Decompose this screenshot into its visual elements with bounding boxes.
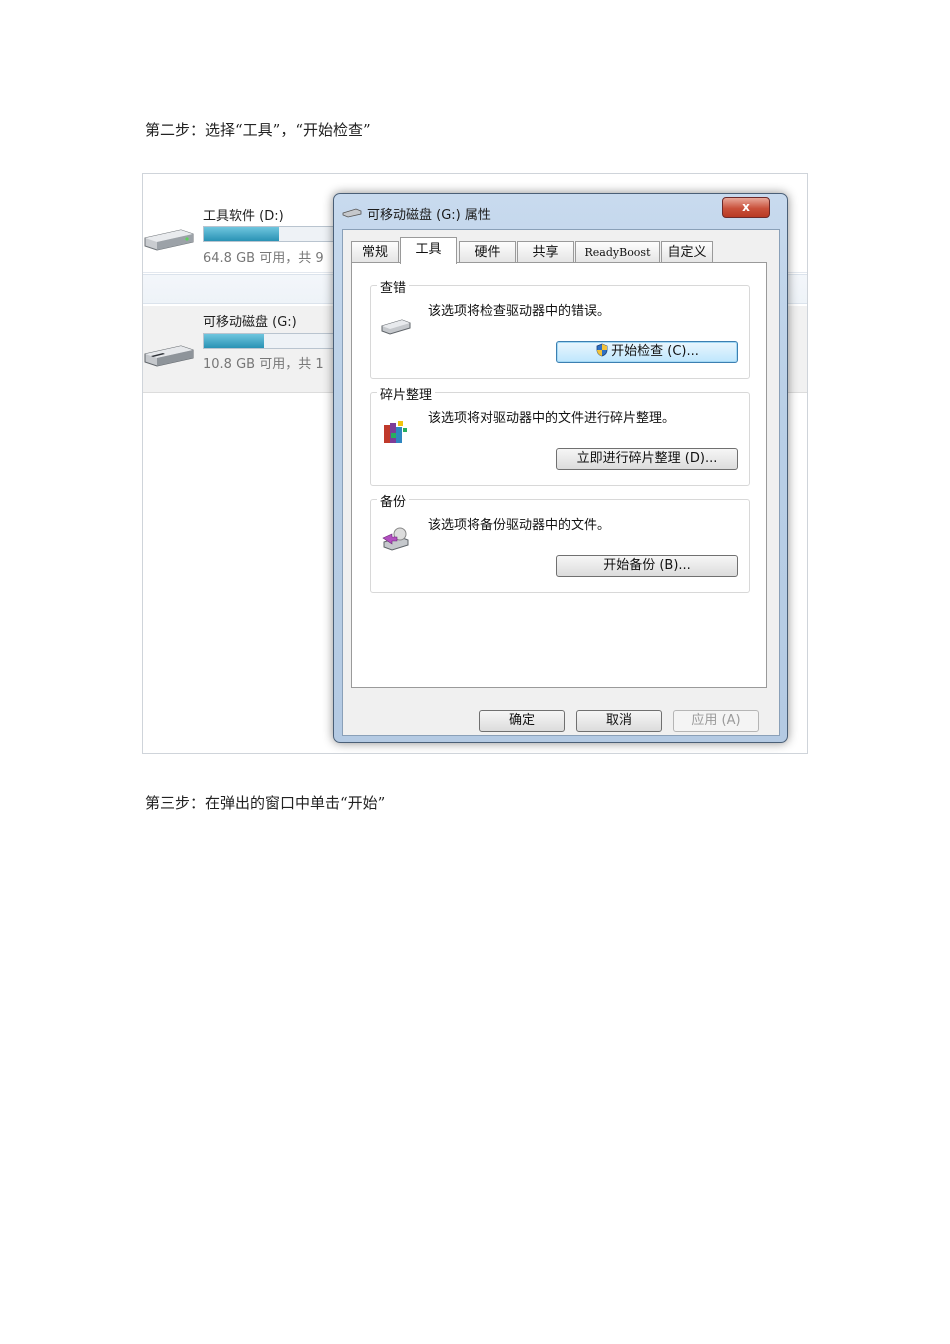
backup-group: 备份 该选项将备份驱动器中的文件。 开始备份 (B)...	[370, 491, 750, 593]
drive-usage-bar-d	[203, 226, 339, 242]
start-backup-button[interactable]: 开始备份 (B)...	[556, 555, 738, 577]
screenshot-frame: 工具软件 (D:) 64.8 GB 可用，共 9 可移动磁盘 (G:) 10.8…	[142, 173, 808, 754]
tab-general[interactable]: 常规	[351, 241, 399, 263]
drive-free-space-d: 64.8 GB 可用，共 9	[203, 251, 324, 266]
hard-drive-icon	[144, 229, 194, 251]
tab-sharing[interactable]: 共享	[517, 241, 574, 263]
tab-customize[interactable]: 自定义	[661, 241, 713, 263]
defragment-now-button[interactable]: 立即进行碎片整理 (D)...	[556, 448, 738, 470]
drive-check-icon	[381, 319, 411, 335]
drive-free-space-g: 10.8 GB 可用，共 1	[203, 357, 324, 372]
uac-shield-icon	[596, 343, 608, 357]
close-button[interactable]: x	[722, 197, 770, 218]
tab-tools[interactable]: 工具	[400, 237, 457, 264]
step-two-instruction: 第二步：选择“工具”，“开始检查”	[145, 121, 371, 139]
ok-button[interactable]: 确定	[479, 710, 565, 732]
drive-name-d: 工具软件 (D:)	[203, 209, 284, 224]
dialog-title: 可移动磁盘 (G:) 属性	[367, 208, 491, 223]
drive-usage-bar-g	[203, 333, 339, 349]
error-checking-group: 查错 该选项将检查驱动器中的错误。 开始检查 (C)...	[370, 277, 750, 379]
backup-description: 该选项将备份驱动器中的文件。	[428, 518, 611, 533]
dialog-titlebar[interactable]: 可移动磁盘 (G:) 属性 x	[334, 194, 787, 228]
defragmentation-description: 该选项将对驱动器中的文件进行碎片整理。	[428, 411, 676, 426]
tab-hardware[interactable]: 硬件	[459, 241, 516, 263]
error-checking-description: 该选项将检查驱动器中的错误。	[428, 304, 611, 319]
group-title-error-checking: 查错	[377, 277, 410, 296]
removable-drive-icon	[144, 345, 194, 367]
drive-usage-fill-d	[204, 227, 280, 241]
drive-usage-fill-g	[204, 334, 265, 348]
drive-name-g: 可移动磁盘 (G:)	[203, 315, 297, 330]
apply-button[interactable]: 应用 (A)	[673, 710, 759, 732]
removable-drive-small-icon	[342, 208, 362, 218]
tab-readyboost[interactable]: ReadyBoost	[575, 241, 660, 263]
cancel-button[interactable]: 取消	[576, 710, 662, 732]
defrag-icon	[384, 421, 407, 443]
step-three-instruction: 第三步：在弹出的窗口中单击“开始”	[145, 794, 386, 812]
tools-tab-panel: 查错 该选项将检查驱动器中的错误。 开始检查 (C)... 碎片整理 该选项将对…	[351, 262, 767, 688]
properties-dialog: 可移动磁盘 (G:) 属性 x 常规 工具 硬件 共享 ReadyBoost 自…	[333, 193, 788, 743]
backup-icon	[382, 527, 409, 551]
dialog-client-area: 常规 工具 硬件 共享 ReadyBoost 自定义 查错 该选项将检查驱动器中…	[342, 229, 780, 736]
start-check-label: 开始检查 (C)...	[611, 344, 699, 359]
start-check-button[interactable]: 开始检查 (C)...	[556, 341, 738, 363]
group-title-backup: 备份	[377, 491, 410, 510]
defragmentation-group: 碎片整理 该选项将对驱动器中的文件进行碎片整理。 立即进行碎片整理 (D)...	[370, 384, 750, 486]
group-title-defragmentation: 碎片整理	[377, 384, 436, 403]
